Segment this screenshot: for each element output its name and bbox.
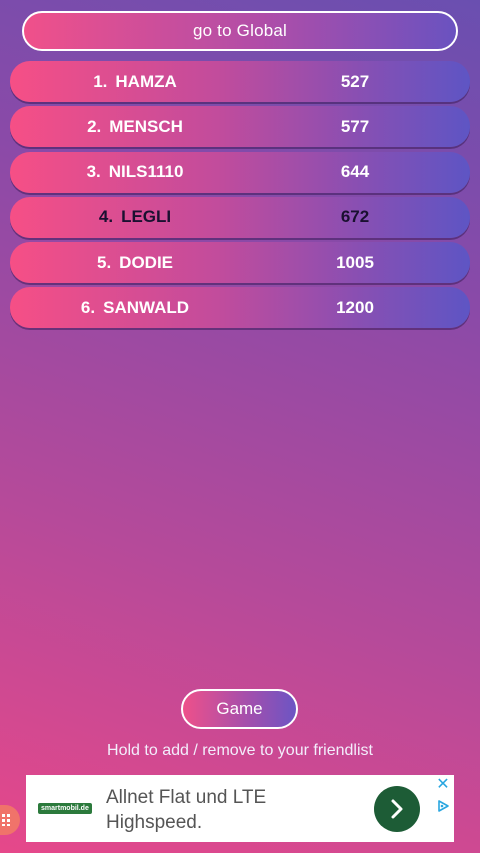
leaderboard-row[interactable]: 5. DODIE 1005 (10, 242, 470, 284)
player-name-cell: 2. MENSCH (10, 106, 260, 147)
player-name-cell: 3. NILS1110 (10, 152, 260, 193)
player-rank: 1. (93, 71, 108, 91)
leaderboard-row[interactable]: 6. SANWALD 1200 (10, 287, 470, 329)
player-name-cell: 4. LEGLI (10, 197, 260, 238)
player-score: 672 (340, 207, 370, 227)
ad-open-button[interactable] (374, 786, 420, 832)
player-name-cell: 5. DODIE (10, 242, 260, 283)
leaderboard-list: 1. HAMZA 527 2. MENSCH 577 3. NILS1110 644 … (10, 61, 470, 333)
player-name: DODIE (119, 252, 174, 272)
ad-close-icon[interactable]: ✕ (436, 777, 450, 793)
ad-banner[interactable]: smartmobil.de Allnet Flat und LTE Highsp… (26, 775, 454, 842)
grid-icon (2, 814, 10, 826)
player-rank: 5. (96, 252, 112, 272)
player-rank: 2. (87, 116, 102, 136)
friendlist-hint: Hold to add / remove to your friendlist (107, 742, 373, 759)
player-name: HAMZA (115, 71, 177, 91)
player-rank: 4. (98, 207, 114, 227)
player-name-cell: 6. SANWALD (10, 287, 260, 328)
player-rank: 3. (86, 162, 101, 182)
player-name: MENSCH (109, 116, 183, 136)
player-name: NILS1110 (108, 162, 184, 182)
player-score: 577 (340, 116, 370, 136)
player-name-cell: 1. HAMZA (10, 61, 260, 102)
player-score: 1200 (336, 297, 374, 317)
player-name: LEGLI (121, 207, 172, 227)
adchoices-icon[interactable] (436, 799, 450, 813)
go-to-global-button[interactable]: go to Global (22, 11, 458, 51)
player-name: SANWALD (103, 297, 190, 317)
ad-brand-logo: smartmobil.de (38, 803, 92, 814)
player-score: 1005 (336, 252, 374, 272)
leaderboard-row-highlighted[interactable]: 4. LEGLI 672 (10, 196, 470, 238)
leaderboard-row[interactable]: 1. HAMZA 527 (10, 61, 470, 102)
leaderboard-row[interactable]: 2. MENSCH 577 (10, 106, 470, 148)
floating-grid-icon[interactable] (0, 805, 20, 835)
leaderboard-row[interactable]: 3. NILS1110 644 (10, 151, 470, 193)
player-score: 527 (340, 71, 370, 91)
player-rank: 6. (80, 297, 96, 317)
game-button[interactable]: Game (181, 689, 298, 729)
player-score: 644 (340, 162, 370, 182)
ad-text: Allnet Flat und LTE Highspeed. (106, 787, 267, 833)
chevron-right-icon (391, 799, 403, 819)
